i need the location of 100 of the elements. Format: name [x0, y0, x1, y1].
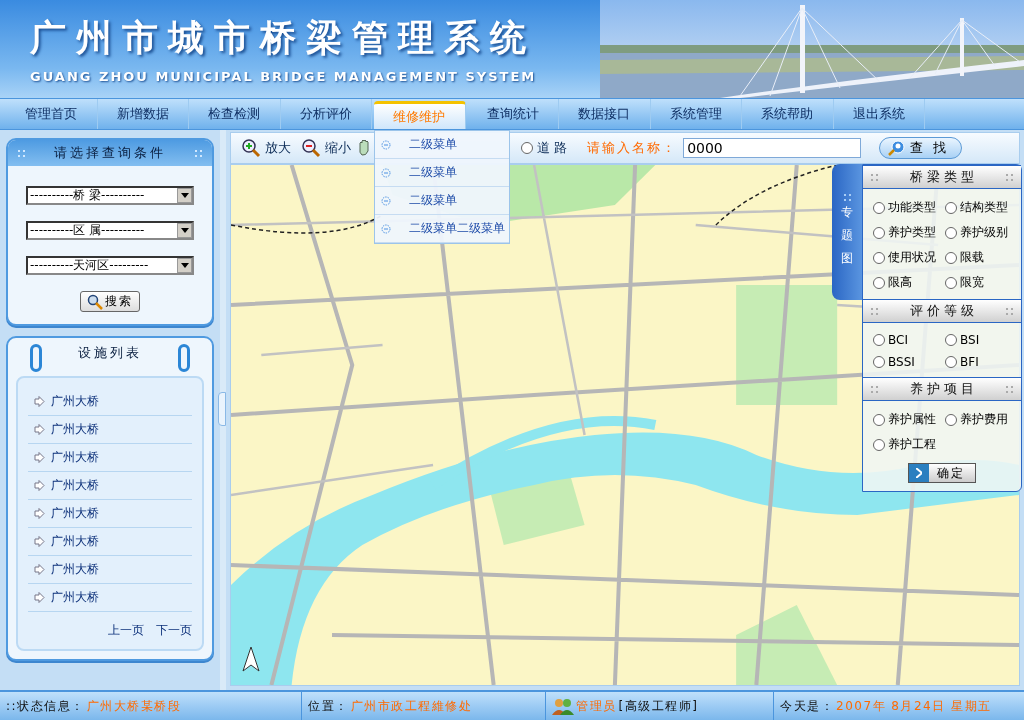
zoom-out-icon [301, 138, 321, 158]
arrow-icon [34, 508, 45, 519]
bullet-icon [381, 167, 391, 178]
grip-icon [871, 173, 878, 181]
menu-item[interactable]: 二级菜单 [375, 159, 509, 187]
section-title: 养 护 项 目 [909, 380, 975, 398]
app-subtitle: GUANG ZHOU MUNICIPAL BRIDGE MANAGEMENT SYSTEM [30, 69, 538, 84]
users-icon [552, 697, 574, 715]
nav-tab[interactable]: 系统帮助 [742, 99, 834, 129]
arrow-icon [34, 452, 45, 463]
nav-tab[interactable]: 系统管理 [650, 99, 742, 129]
zoom-out-tool[interactable]: 缩小 [301, 138, 351, 158]
prev-page-link[interactable]: 上一页 [108, 622, 144, 639]
radio-option[interactable]: 养护类型 [873, 224, 945, 241]
grip-icon [1006, 385, 1013, 393]
menu-item[interactable]: 二级菜单二级菜单 [375, 215, 509, 243]
radio-option[interactable]: BSSI [873, 355, 945, 369]
status-value: 广州大桥某桥段 [86, 697, 182, 715]
facility-item[interactable]: 广州大桥 [28, 528, 192, 556]
nav-tab[interactable]: 检查检测 [189, 99, 281, 129]
panel-title: 请选择查询条件 [54, 144, 166, 162]
radio-option[interactable]: 养护费用 [945, 411, 1017, 428]
ring-icon [178, 344, 190, 372]
grip-icon [1006, 173, 1013, 181]
select-field[interactable]: ----------区 属---------- [26, 221, 194, 240]
search-icon [87, 293, 103, 310]
location-label: 位置： [308, 697, 349, 715]
date-label: 今天是： [780, 697, 834, 715]
facility-item[interactable]: 广州大桥 [28, 416, 192, 444]
grip-icon [871, 307, 878, 315]
app-title: 广州市城市桥梁管理系统 [30, 15, 537, 60]
facility-item[interactable]: 广州大桥 [28, 388, 192, 416]
search-user-icon [888, 140, 907, 156]
search-button[interactable]: 搜索 [80, 291, 140, 312]
facility-item[interactable]: 广州大桥 [28, 556, 192, 584]
confirm-button[interactable]: 确定 [908, 463, 976, 483]
side-tab[interactable]: 专题图 [832, 164, 862, 300]
user-title: [高级工程师] [618, 697, 699, 715]
name-input[interactable]: 0000 [683, 138, 862, 158]
name-label: 请输入名称： [587, 139, 678, 157]
select-field[interactable]: ----------桥 梁---------- [26, 186, 194, 205]
grip-icon [1006, 307, 1013, 315]
grip-icon [195, 149, 202, 157]
north-arrow-icon [241, 645, 261, 675]
arrow-icon [34, 480, 45, 491]
dropdown-arrow-icon [180, 263, 189, 268]
dropdown-arrow-icon [180, 228, 189, 233]
bullet-icon [381, 223, 391, 234]
bullet-icon [381, 139, 391, 150]
menu-item[interactable]: 二级菜单 [375, 187, 509, 215]
nav-tab[interactable]: 新增数据 [97, 99, 189, 129]
section-title: 桥 梁 类 型 [909, 168, 975, 186]
radio-option[interactable]: 养护属性 [873, 411, 945, 428]
grip-icon [18, 149, 25, 157]
select-field[interactable]: ----------天河区--------- [26, 256, 194, 275]
arrow-icon [34, 592, 45, 603]
nav-tab[interactable]: 数据接口 [559, 99, 651, 129]
user-role: 管理员 [576, 697, 617, 715]
ring-icon [30, 344, 42, 372]
radio-option[interactable]: 功能类型 [873, 199, 945, 216]
dropdown-arrow-icon [180, 193, 189, 198]
grip-icon [843, 194, 851, 202]
facility-item[interactable]: 广州大桥 [28, 444, 192, 472]
nav-tab[interactable]: 查询统计 [467, 99, 559, 129]
panel-title: 设施列表 [78, 344, 142, 362]
nav-tab[interactable]: 管理首页 [6, 99, 98, 129]
status-label: ::状态信息： [6, 697, 85, 715]
grip-icon [871, 385, 878, 393]
arrow-icon [34, 536, 45, 547]
arrow-icon [34, 424, 45, 435]
nav-tab[interactable]: 退出系统 [833, 99, 925, 129]
zoom-in-tool[interactable]: 放大 [241, 138, 291, 158]
zoom-in-icon [241, 138, 261, 158]
side-tab-label: 专题图 [841, 204, 853, 267]
collapse-handle[interactable] [218, 392, 226, 426]
radio-option[interactable]: 养护级别 [945, 224, 1017, 241]
location-value: 广州市政工程維修处 [350, 697, 472, 715]
arrow-icon [34, 396, 45, 407]
radio-option[interactable]: 限载 [945, 249, 1017, 266]
radio-option[interactable]: 限宽 [945, 274, 1017, 291]
bullet-icon [381, 195, 391, 206]
radio-option[interactable]: BFI [945, 355, 1017, 369]
arrow-icon [34, 564, 45, 575]
section-title: 评 价 等 级 [909, 302, 975, 320]
menu-item[interactable]: 二级菜单 [375, 131, 509, 159]
next-page-link[interactable]: 下一页 [156, 622, 192, 639]
date-value: 2007年 8月24日 星期五 [836, 697, 992, 715]
find-button[interactable]: 查 找 [879, 137, 963, 159]
radio-option[interactable]: 结构类型 [945, 199, 1017, 216]
road-radio[interactable]: 道 路 [521, 139, 568, 157]
radio-option[interactable]: 使用状况 [873, 249, 945, 266]
radio-option[interactable]: BSI [945, 333, 1017, 347]
radio-option[interactable]: 限高 [873, 274, 945, 291]
facility-item[interactable]: 广州大桥 [28, 500, 192, 528]
facility-item[interactable]: 广州大桥 [28, 584, 192, 612]
chevron-icon [916, 468, 922, 478]
radio-option[interactable]: 养护工程 [873, 436, 945, 453]
radio-option[interactable]: BCI [873, 333, 945, 347]
nav-tab[interactable]: 分析评价 [280, 99, 372, 129]
facility-item[interactable]: 广州大桥 [28, 472, 192, 500]
